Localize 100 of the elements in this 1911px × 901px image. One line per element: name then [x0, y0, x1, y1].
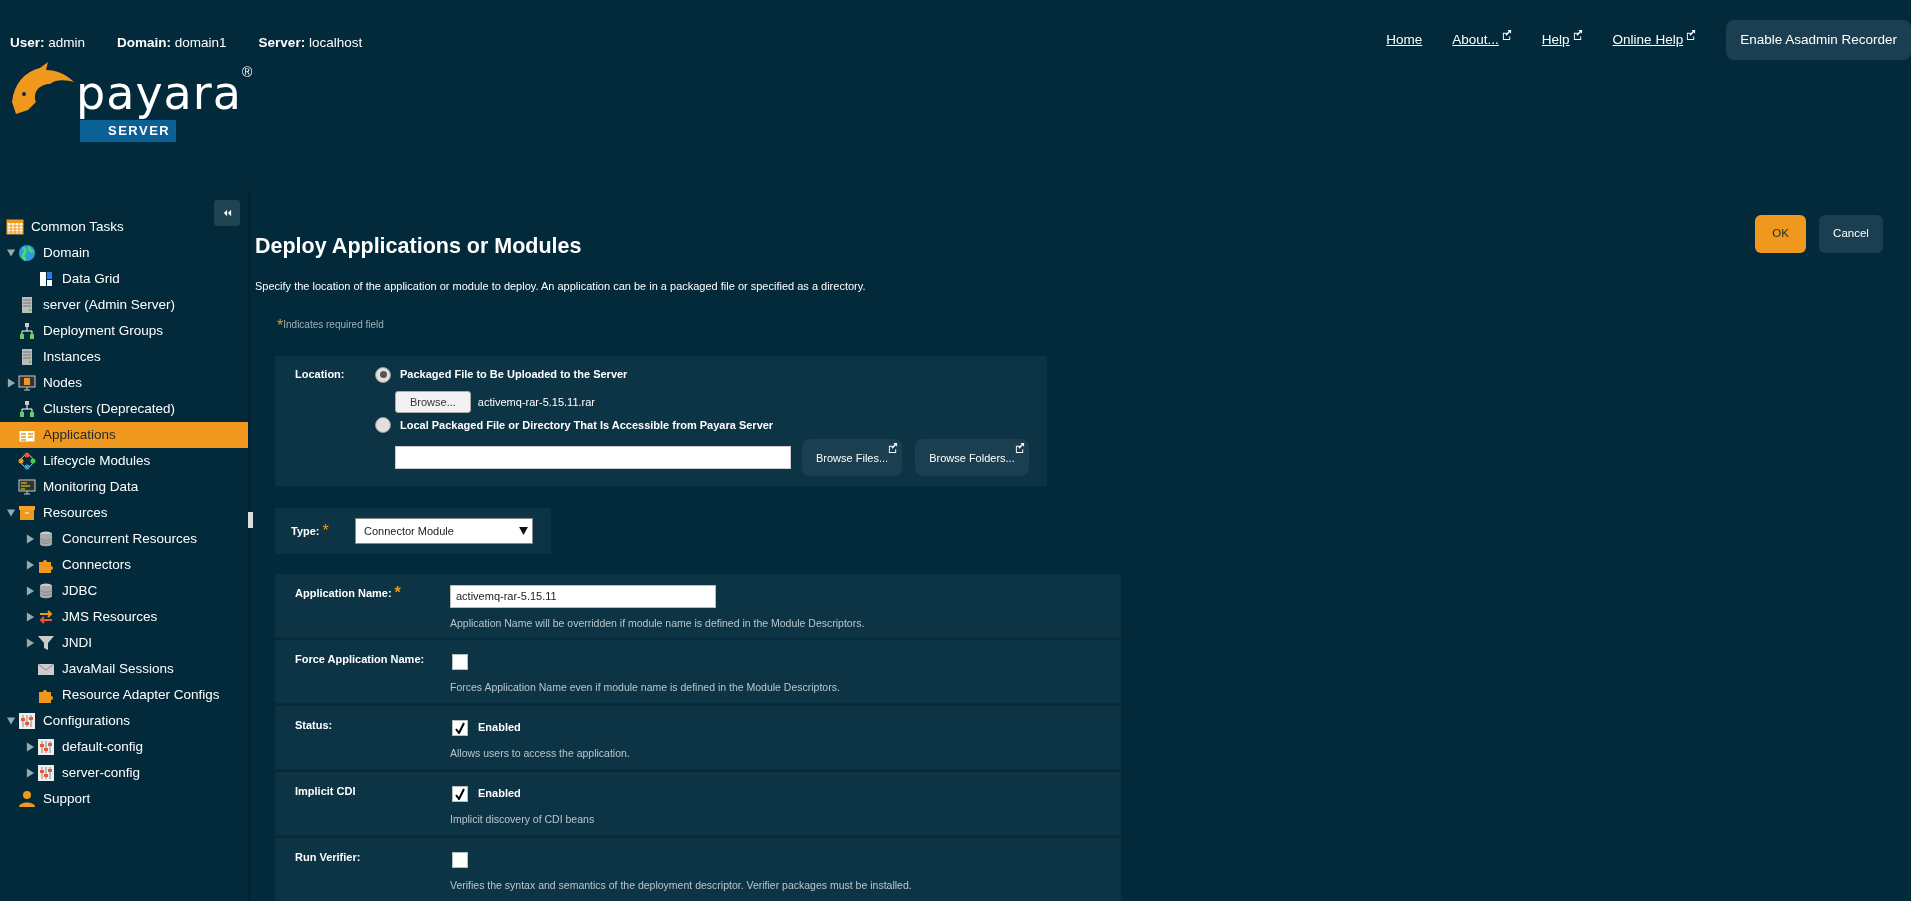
ok-button[interactable]: OK — [1755, 215, 1806, 253]
header-link[interactable]: About... — [1452, 29, 1499, 51]
sidebar-item[interactable]: Common Tasks — [0, 214, 248, 240]
filter-icon — [37, 634, 55, 652]
database-icon — [37, 530, 55, 548]
required-mark: * — [277, 316, 284, 337]
sidebar-item[interactable]: Concurrent Resources — [0, 526, 248, 552]
external-link-icon — [1014, 443, 1025, 454]
collapsed-arrow-icon[interactable] — [25, 768, 35, 778]
hierarchy-icon — [18, 400, 36, 418]
sidebar-item[interactable]: Clusters (Deprecated) — [0, 396, 248, 422]
header-link[interactable]: Help — [1541, 29, 1570, 51]
header-link[interactable]: Home — [1386, 29, 1423, 51]
radio-label: Local Packaged File or Directory That Is Accessible from Payara Server — [400, 417, 774, 433]
recorder-button[interactable]: Enable Asadmin Recorder — [1726, 20, 1911, 60]
help-text: Allows users to access the application. — [450, 746, 630, 762]
external-link-icon — [888, 443, 899, 454]
sidebar-item[interactable]: Configurations — [0, 708, 248, 734]
radio-label: Packaged File to Be Uploaded to the Server — [400, 367, 628, 383]
caret-icon — [519, 527, 528, 536]
sidebar-item[interactable]: Monitoring Data — [0, 474, 248, 500]
grid-icon — [37, 270, 55, 288]
expanded-arrow-icon[interactable] — [6, 248, 16, 258]
browse-folders-button[interactable]: Browse Folders... — [915, 439, 1029, 477]
sidebar-item[interactable]: JNDI — [0, 630, 248, 656]
checkbox[interactable] — [452, 719, 468, 736]
browse-button[interactable]: Browse... — [395, 390, 471, 413]
sliders-icon — [18, 712, 36, 730]
hierarchy-icon — [18, 322, 36, 340]
collapsed-arrow-icon[interactable] — [25, 586, 35, 596]
collapsed-arrow-icon[interactable] — [25, 560, 35, 570]
window-icon — [18, 426, 36, 444]
sidebar-item[interactable]: default-config — [0, 734, 248, 760]
header-link[interactable]: Online Help — [1612, 29, 1684, 51]
sidebar-item[interactable]: Lifecycle Modules — [0, 448, 248, 474]
sidebar-item[interactable]: server (Admin Server) — [0, 292, 248, 318]
radio-button[interactable] — [375, 366, 391, 383]
resize-handle[interactable] — [248, 512, 253, 528]
help-text: Forces Application Name even if module name is defined in the Module Descriptors. — [450, 680, 840, 696]
collapsed-arrow-icon[interactable] — [25, 638, 35, 648]
sidebar-item[interactable]: JDBC — [0, 578, 248, 604]
field-label: Location: — [295, 367, 346, 383]
sidebar-item[interactable]: Data Grid — [0, 266, 248, 292]
user-info-text: Server: localhost — [258, 34, 363, 52]
text-field[interactable]: activemq-rar-5.15.11 — [450, 584, 716, 608]
field-label: Type: — [291, 524, 320, 540]
external-link-icon — [1501, 29, 1512, 40]
checkbox[interactable] — [452, 851, 468, 868]
sidebar-item[interactable]: Support — [0, 786, 248, 812]
external-link-icon — [1572, 29, 1583, 40]
checkbox[interactable] — [452, 653, 468, 670]
expanded-arrow-icon[interactable] — [6, 508, 16, 518]
field-label: Force Application Name: — [295, 652, 425, 668]
checkbox-label: Enabled — [478, 719, 521, 735]
collapsed-arrow-icon[interactable] — [25, 742, 35, 752]
required-note: Indicates required field — [283, 318, 384, 333]
user-info-text: Domain: domain1 — [117, 34, 227, 52]
cycle-icon — [18, 452, 36, 470]
browse-files-button[interactable]: Browse Files... — [802, 439, 903, 477]
sidebar-item[interactable]: JMS Resources — [0, 604, 248, 630]
sidebar-item[interactable]: Connectors — [0, 552, 248, 578]
sidebar-item[interactable]: Domain — [0, 240, 248, 266]
sidebar-item[interactable]: Resources — [0, 500, 248, 526]
sidebar-item[interactable]: server-config — [0, 760, 248, 786]
box-icon — [18, 504, 36, 522]
sidebar-item[interactable]: Nodes — [0, 370, 248, 396]
type-select[interactable]: Connector Module — [355, 518, 533, 545]
radio-button[interactable] — [375, 417, 391, 434]
double-arrow-icon — [222, 209, 232, 217]
checkmark-icon — [454, 787, 466, 800]
help-text: Verifies the syntax and semantics of the deployment descriptor. Verifier packages must be installed. — [450, 878, 912, 894]
table-icon — [6, 218, 24, 236]
checkbox[interactable] — [452, 785, 468, 802]
cancel-button[interactable]: Cancel — [1819, 215, 1883, 253]
collapsed-arrow-icon[interactable] — [25, 612, 35, 622]
sidebar-item[interactable]: Resource Adapter Configs — [0, 682, 248, 708]
database-icon — [37, 582, 55, 600]
collapse-button[interactable] — [214, 200, 240, 226]
field-label: Implicit CDI — [295, 784, 356, 800]
sliders-icon — [37, 764, 55, 782]
required-mark: * — [322, 523, 329, 540]
collapsed-arrow-icon[interactable] — [25, 534, 35, 544]
globe-icon — [18, 244, 36, 262]
fish-icon — [10, 62, 74, 116]
file-name: activemq-rar-5.15.11.rar — [477, 394, 596, 410]
help-text: Implicit discovery of CDI beans — [450, 812, 595, 828]
sidebar-item[interactable]: JavaMail Sessions — [0, 656, 248, 682]
arrows-icon — [37, 608, 55, 626]
sidebar-item[interactable]: Deployment Groups — [0, 318, 248, 344]
sidebar-item[interactable]: Instances — [0, 344, 248, 370]
path-field[interactable] — [395, 446, 791, 470]
collapsed-arrow-icon[interactable] — [6, 378, 16, 388]
monitor-icon — [18, 478, 36, 496]
sliders-icon — [37, 738, 55, 756]
sidebar-item[interactable]: Applications — [0, 422, 248, 448]
page-description: Specify the location of the application or module to deploy. An application can be in a packaged file or specified as a directory. — [255, 278, 867, 294]
expanded-arrow-icon[interactable] — [6, 716, 16, 726]
field-label: Run Verifier: — [295, 850, 361, 866]
help-text: Application Name will be overridden if module name is defined in the Module Descriptors. — [450, 615, 865, 631]
required-mark: * — [394, 585, 401, 602]
